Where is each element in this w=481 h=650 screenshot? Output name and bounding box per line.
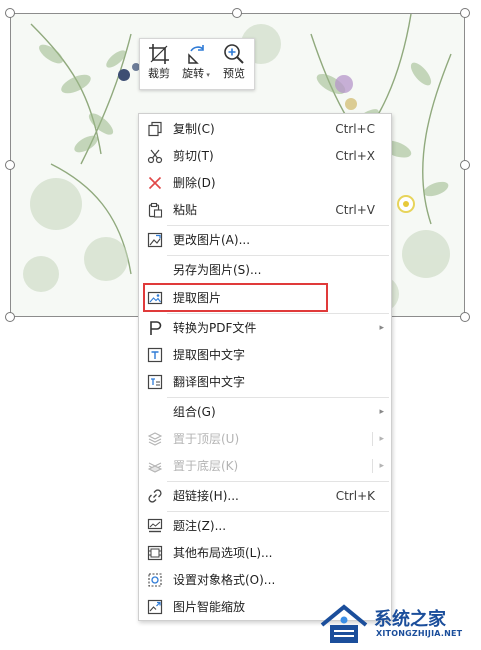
send-to-back-icon — [147, 462, 163, 473]
paste-icon — [148, 202, 163, 218]
smart-zoom-icon — [147, 599, 163, 615]
highlight-annotation-box — [143, 283, 328, 312]
menu-item-label: 设置对象格式(O)... — [173, 573, 276, 587]
preview-label: 预览 — [223, 67, 245, 80]
bring-to-front-icon — [147, 432, 163, 446]
menu-item-copy[interactable]: 复制(C) Ctrl+C — [139, 116, 391, 142]
menu-separator — [167, 313, 389, 314]
resize-handle-bottom-right[interactable] — [460, 312, 470, 322]
menu-item-paste[interactable]: 粘贴 Ctrl+V — [139, 197, 391, 223]
submenu-arrow-icon: ▸ — [379, 434, 384, 444]
rotate-label-text: 旋转 — [182, 67, 205, 80]
menu-item-convert-pdf[interactable]: 转换为PDF文件 ▸ — [139, 315, 391, 341]
menu-item-label: 翻译图中文字 — [173, 375, 246, 389]
resize-handle-middle-right[interactable] — [460, 160, 470, 170]
resize-handle-middle-left[interactable] — [5, 160, 15, 170]
menu-item-label: 置于顶层(U) — [173, 432, 240, 446]
menu-item-shortcut: Ctrl+C — [335, 122, 375, 136]
menu-item-shortcut: Ctrl+X — [335, 149, 375, 163]
crop-label: 裁剪 — [148, 67, 170, 80]
menu-item-label: 删除(D) — [173, 176, 216, 190]
menu-item-change-picture[interactable]: 更改图片(A)... — [139, 227, 391, 253]
menu-item-label: 更改图片(A)... — [173, 233, 251, 247]
rotate-button[interactable]: 旋转 ▾ — [178, 42, 214, 86]
menu-separator — [167, 481, 389, 482]
resize-handle-bottom-left[interactable] — [5, 312, 15, 322]
format-object-icon — [148, 573, 162, 587]
watermark-logo: 系统之家 XITONGZHIJIA.NET — [318, 603, 478, 647]
hyperlink-icon — [148, 489, 162, 503]
split-divider — [372, 432, 373, 446]
rotate-label: 旋转 ▾ — [178, 67, 214, 82]
menu-item-bring-to-front: 置于顶层(U) ▸ — [139, 426, 391, 452]
menu-item-label: 剪切(T) — [173, 149, 214, 163]
menu-item-save-as-picture[interactable]: 另存为图片(S)... — [139, 257, 391, 283]
menu-item-format-object[interactable]: 设置对象格式(O)... — [139, 567, 391, 593]
menu-item-extract-text[interactable]: 提取图中文字 — [139, 342, 391, 368]
menu-item-label: 置于底层(K) — [173, 459, 239, 473]
resize-handle-top-center[interactable] — [232, 8, 242, 18]
menu-separator — [167, 225, 389, 226]
menu-item-group[interactable]: 组合(G) ▸ — [139, 399, 391, 425]
submenu-arrow-icon: ▸ — [379, 407, 384, 417]
menu-item-label: 另存为图片(S)... — [173, 263, 262, 277]
change-picture-icon — [147, 232, 163, 248]
picture-mini-toolbar: 裁剪 旋转 ▾ 预览 — [139, 38, 255, 90]
submenu-arrow-icon: ▸ — [379, 461, 384, 471]
menu-item-label: 粘贴 — [173, 203, 198, 217]
layout-options-icon — [147, 545, 163, 561]
menu-item-label: 转换为PDF文件 — [173, 321, 257, 335]
delete-x-icon — [148, 176, 162, 190]
menu-item-translate-text[interactable]: 翻译图中文字 — [139, 369, 391, 395]
pdf-convert-icon — [150, 321, 162, 335]
menu-item-shortcut: Ctrl+K — [335, 489, 375, 503]
resize-handle-top-left[interactable] — [5, 8, 15, 18]
menu-item-label: 提取图中文字 — [173, 348, 246, 362]
menu-separator — [167, 397, 389, 398]
crop-icon — [149, 44, 169, 64]
menu-item-hyperlink[interactable]: 超链接(H)... Ctrl+K — [139, 483, 391, 509]
menu-item-caption[interactable]: 题注(Z)... — [139, 513, 391, 539]
scissors-icon — [147, 149, 163, 164]
menu-item-cut[interactable]: 剪切(T) Ctrl+X — [139, 143, 391, 169]
translate-icon — [147, 374, 163, 390]
menu-item-label: 超链接(H)... — [173, 489, 239, 503]
menu-item-label: 题注(Z)... — [173, 519, 227, 533]
watermark-title: 系统之家 — [374, 609, 446, 630]
menu-separator — [167, 255, 389, 256]
submenu-arrow-icon: ▸ — [379, 323, 384, 333]
context-menu: 复制(C) Ctrl+C 剪切(T) Ctrl+X 删除(D) 粘贴 Ctrl+… — [138, 113, 392, 621]
rotate-dropdown-icon: ▾ — [204, 71, 210, 79]
menu-item-layout-options[interactable]: 其他布局选项(L)... — [139, 540, 391, 566]
menu-item-shortcut: Ctrl+V — [335, 203, 375, 217]
menu-item-send-to-back: 置于底层(K) ▸ — [139, 453, 391, 479]
menu-item-label: 图片智能缩放 — [173, 600, 246, 614]
house-logo-icon — [320, 604, 368, 643]
caption-icon — [147, 518, 163, 533]
menu-item-delete[interactable]: 删除(D) — [139, 170, 391, 196]
resize-handle-top-right[interactable] — [460, 8, 470, 18]
split-divider — [372, 459, 373, 473]
zoom-preview-icon — [224, 44, 244, 64]
menu-separator — [167, 511, 389, 512]
menu-item-label: 组合(G) — [173, 405, 216, 419]
rotate-icon — [188, 45, 204, 64]
menu-item-label: 其他布局选项(L)... — [173, 546, 273, 560]
menu-item-label: 复制(C) — [173, 122, 215, 136]
preview-button[interactable]: 预览 — [216, 42, 252, 86]
crop-button[interactable]: 裁剪 — [141, 42, 177, 86]
copy-icon — [148, 121, 162, 137]
ocr-icon — [147, 347, 163, 363]
watermark-subtitle: XITONGZHIJIA.NET — [376, 629, 463, 638]
